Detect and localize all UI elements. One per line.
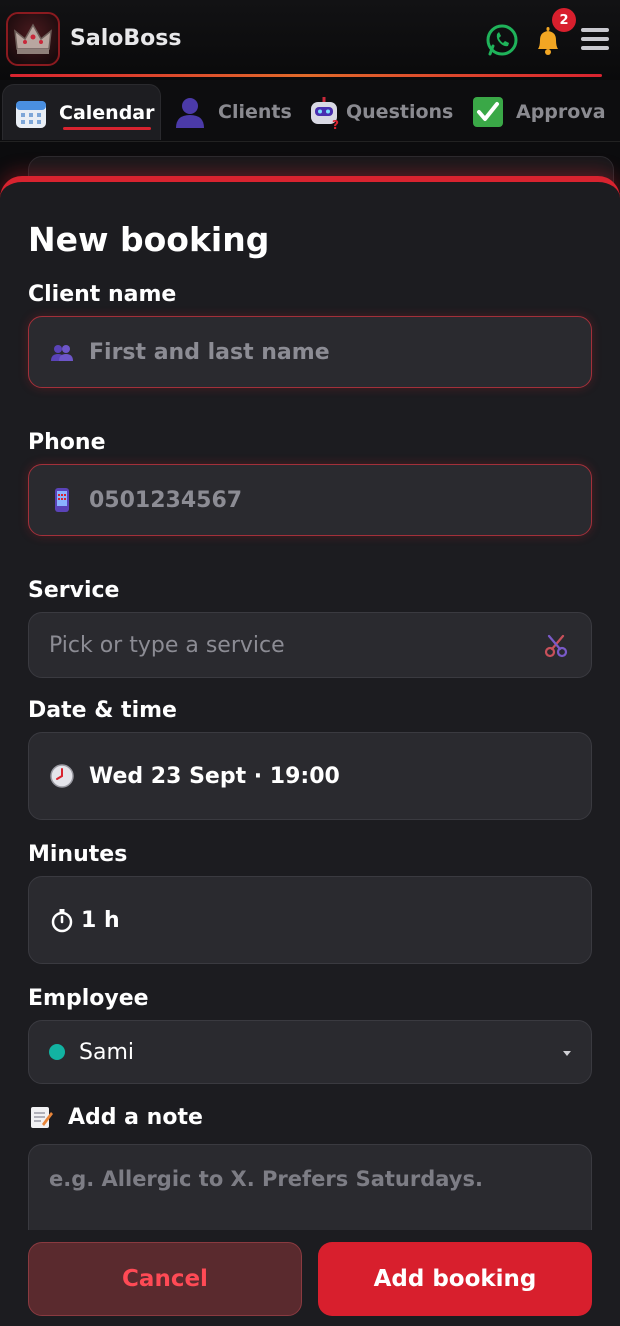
whatsapp-icon[interactable] [484, 22, 520, 58]
clock-icon [50, 764, 74, 788]
add-note-label: Add a note [68, 1104, 203, 1130]
client-name-placeholder: First and last name [89, 339, 330, 365]
service-input[interactable]: Pick or type a service [28, 612, 592, 678]
stopwatch-icon [51, 909, 73, 933]
service-placeholder: Pick or type a service [49, 632, 285, 658]
tab-label: Approva [516, 101, 606, 123]
svg-text:?: ? [332, 118, 339, 130]
tab-clients[interactable]: Clients [162, 84, 292, 140]
phone-placeholder: 0501234567 [89, 487, 243, 513]
employee-select[interactable]: Sami [28, 1020, 592, 1084]
chevron-down-icon [563, 1051, 571, 1056]
employee-label: Employee [28, 986, 149, 1011]
duration-picker[interactable]: 1 h [28, 876, 592, 964]
robot-icon: ? [311, 97, 339, 130]
tab-label: Questions [346, 101, 454, 123]
tab-questions[interactable]: ? Questions [296, 84, 453, 140]
minutes-label: Minutes [28, 842, 128, 867]
add-booking-button[interactable]: Add booking [318, 1242, 592, 1316]
datetime-label: Date & time [28, 698, 177, 723]
phone-label: Phone [28, 430, 106, 455]
tab-label: Calendar [59, 101, 155, 124]
active-tab-indicator [63, 127, 151, 130]
duration-value: 1 h [81, 907, 120, 933]
cancel-button[interactable]: Cancel [28, 1242, 302, 1316]
new-booking-sheet: New booking Client name First and last n… [0, 176, 620, 1326]
hamburger-menu-icon[interactable] [578, 22, 612, 56]
notification-badge: 2 [552, 8, 576, 32]
tab-label: Clients [218, 101, 292, 123]
client-name-input[interactable]: First and last name [28, 316, 592, 388]
note-placeholder: e.g. Allergic to X. Prefers Saturdays. [49, 1167, 483, 1191]
person-icon [176, 98, 204, 128]
client-name-label: Client name [28, 282, 177, 307]
scissors-icon [544, 634, 568, 658]
people-icon [51, 345, 73, 361]
mobile-phone-icon [55, 488, 69, 512]
crown-logo-icon[interactable] [6, 12, 60, 66]
memo-icon [31, 1107, 53, 1128]
app-bar-accent-line [10, 74, 602, 77]
employee-color-dot [49, 1044, 65, 1060]
checkmark-icon [473, 97, 503, 127]
brand-name: SaloBoss [70, 26, 182, 51]
add-note-toggle[interactable]: Add a note [28, 1104, 203, 1130]
tab-calendar[interactable]: Calendar [2, 84, 162, 140]
datetime-value: Wed 23 Sept · 19:00 [89, 763, 340, 789]
employee-value: Sami [79, 1039, 134, 1065]
phone-input[interactable]: 0501234567 [28, 464, 592, 536]
service-label: Service [28, 578, 120, 603]
sheet-actions: Cancel Add booking [0, 1230, 620, 1326]
app-bar: SaloBoss 2 [0, 0, 620, 80]
main-tabs: Calendar Clients ? Questions Approva [0, 80, 620, 142]
calendar-icon [16, 100, 46, 128]
datetime-picker[interactable]: Wed 23 Sept · 19:00 [28, 732, 592, 820]
tab-approvals[interactable]: Approva [460, 84, 606, 140]
sheet-title: New booking [28, 220, 270, 259]
